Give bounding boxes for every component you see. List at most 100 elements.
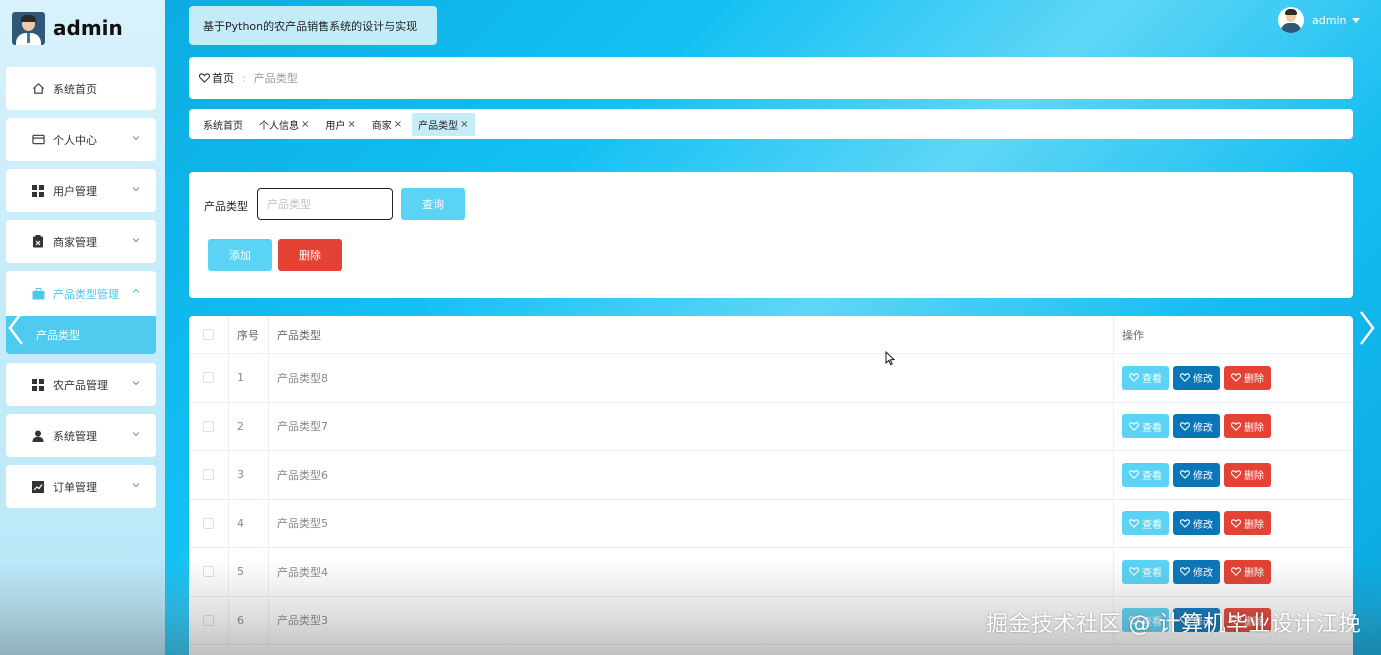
row-name: 产品类型8 <box>269 354 1114 402</box>
user-menu[interactable]: admin <box>1278 7 1361 33</box>
row-checkbox[interactable] <box>203 420 214 432</box>
view-label: 查看 <box>1142 568 1162 580</box>
table-row: 5 产品类型4 查看 修改 删除 <box>189 548 1353 597</box>
user-icon <box>30 428 46 444</box>
view-button[interactable]: 查看 <box>1122 462 1169 487</box>
row-checkbox[interactable] <box>203 469 214 481</box>
row-actions: 查看 修改 删除 <box>1114 500 1353 548</box>
query-button[interactable]: 查询 <box>401 188 465 220</box>
sidebar-item-label: 个人中心 <box>53 133 97 147</box>
delete-button[interactable]: 删除 <box>1224 462 1271 487</box>
chevron-down-icon <box>132 483 140 488</box>
grid-icon <box>30 377 46 393</box>
tab-home[interactable]: 系统首页 <box>197 113 249 136</box>
delete-label: 删除 <box>1244 568 1264 580</box>
edit-label: 修改 <box>1193 422 1213 434</box>
sidebar-item-profile[interactable]: 个人中心 <box>6 118 156 161</box>
sidebar-item-orders[interactable]: 订单管理 <box>6 465 156 508</box>
chevron-down-icon <box>132 238 140 243</box>
sidebar-item-home[interactable]: 系统首页 <box>6 67 156 110</box>
system-title-text: 基于Python的农产品销售系统的设计与实现 <box>203 19 418 33</box>
brand: admin <box>12 10 123 46</box>
table-row: 2 产品类型7 查看 修改 删除 <box>189 402 1353 451</box>
edit-button[interactable]: 修改 <box>1173 365 1220 390</box>
batch-delete-button[interactable]: 删除 <box>278 239 342 271</box>
row-index: 1 <box>229 354 269 402</box>
close-icon[interactable]: × <box>347 119 355 130</box>
briefcase-icon <box>30 286 46 302</box>
sidebar-item-product-types[interactable]: 产品类型管理 <box>6 271 156 316</box>
close-icon[interactable]: × <box>301 119 309 130</box>
row-checkbox[interactable] <box>203 566 214 578</box>
sidebar-item-farm-products[interactable]: 农产品管理 <box>6 363 156 406</box>
heart-icon <box>1231 422 1241 431</box>
view-label: 查看 <box>1142 519 1162 531</box>
tab-label: 商家 <box>371 120 392 132</box>
edit-button[interactable]: 修改 <box>1173 414 1220 439</box>
tab-label: 产品类型 <box>418 120 459 132</box>
row-name: 产品类型5 <box>269 499 1114 547</box>
clipboard-icon <box>30 234 46 250</box>
heart-icon <box>1180 519 1190 528</box>
row-name: 产品类型7 <box>269 402 1114 450</box>
delete-button[interactable]: 删除 <box>1224 511 1271 536</box>
delete-button[interactable]: 删除 <box>1224 559 1271 584</box>
delete-label: 删除 <box>1244 519 1264 531</box>
close-icon[interactable]: × <box>460 119 468 130</box>
data-table: 序号 产品类型 操作 1 产品类型8 查看 修改 删除 2 产品类型7 查看 修改 删除 3 产品类型… <box>189 316 1353 655</box>
chevron-down-icon <box>132 136 140 141</box>
delete-button[interactable]: 删除 <box>1224 414 1271 439</box>
chart-icon <box>30 479 46 495</box>
edit-button[interactable]: 修改 <box>1173 511 1220 536</box>
search-label: 产品类型 <box>204 200 248 213</box>
sidebar-subitem-product-type[interactable]: 产品类型 <box>6 316 156 354</box>
row-checkbox[interactable] <box>203 517 214 529</box>
header-name: 产品类型 <box>269 316 1114 353</box>
tab-profile[interactable]: 个人信息 × <box>253 113 315 136</box>
edit-button[interactable]: 修改 <box>1173 559 1220 584</box>
heart-icon <box>1129 422 1139 431</box>
select-all-checkbox[interactable] <box>203 329 214 340</box>
sidebar-item-system[interactable]: 系统管理 <box>6 414 156 457</box>
view-button[interactable]: 查看 <box>1122 414 1169 439</box>
tab-users[interactable]: 用户 × <box>319 113 361 136</box>
username: admin <box>1312 13 1347 27</box>
heart-icon <box>1231 470 1241 480</box>
breadcrumb-home[interactable]: 首页 <box>199 70 234 86</box>
sidebar-subitem-label: 产品类型 <box>36 329 80 342</box>
close-icon[interactable]: × <box>394 119 402 130</box>
search-input[interactable] <box>257 188 393 220</box>
view-button[interactable]: 查看 <box>1122 511 1169 536</box>
sidebar-item-label: 系统管理 <box>53 429 97 443</box>
sidebar-item-label: 用户管理 <box>53 184 97 198</box>
edit-button[interactable]: 修改 <box>1173 462 1220 487</box>
sidebar-item-label: 订单管理 <box>53 480 97 494</box>
delete-button[interactable]: 删除 <box>1224 365 1271 390</box>
sidebar-item-merchants[interactable]: 商家管理 <box>6 220 156 263</box>
view-label: 查看 <box>1142 422 1162 434</box>
brand-name: admin <box>53 16 123 40</box>
delete-label: 删除 <box>1244 471 1264 483</box>
heart-icon <box>1231 373 1241 383</box>
tab-product-type[interactable]: 产品类型 × <box>412 112 475 136</box>
row-check-cell <box>189 354 229 402</box>
chevron-left-icon[interactable] <box>6 310 26 346</box>
row-checkbox[interactable] <box>203 614 214 626</box>
tab-label: 用户 <box>325 120 346 132</box>
view-button[interactable]: 查看 <box>1122 365 1169 390</box>
row-index: 2 <box>229 402 269 450</box>
sidebar-item-users[interactable]: 用户管理 <box>6 169 156 212</box>
view-button[interactable]: 查看 <box>1122 559 1169 584</box>
chevron-right-icon[interactable] <box>1357 310 1377 346</box>
row-checkbox[interactable] <box>203 372 214 384</box>
tab-label: 个人信息 <box>259 120 299 132</box>
grid-icon <box>30 183 46 199</box>
row-name: 产品类型6 <box>269 451 1114 499</box>
avatar <box>1278 7 1304 33</box>
row-name: 产品类型4 <box>269 548 1114 596</box>
add-button[interactable]: 添加 <box>208 239 272 271</box>
table-row: 1 产品类型8 查看 修改 删除 <box>189 354 1353 403</box>
tab-merchants[interactable]: 商家 × <box>366 113 408 136</box>
row-index: 4 <box>229 499 269 547</box>
tab-label: 系统首页 <box>203 120 243 132</box>
